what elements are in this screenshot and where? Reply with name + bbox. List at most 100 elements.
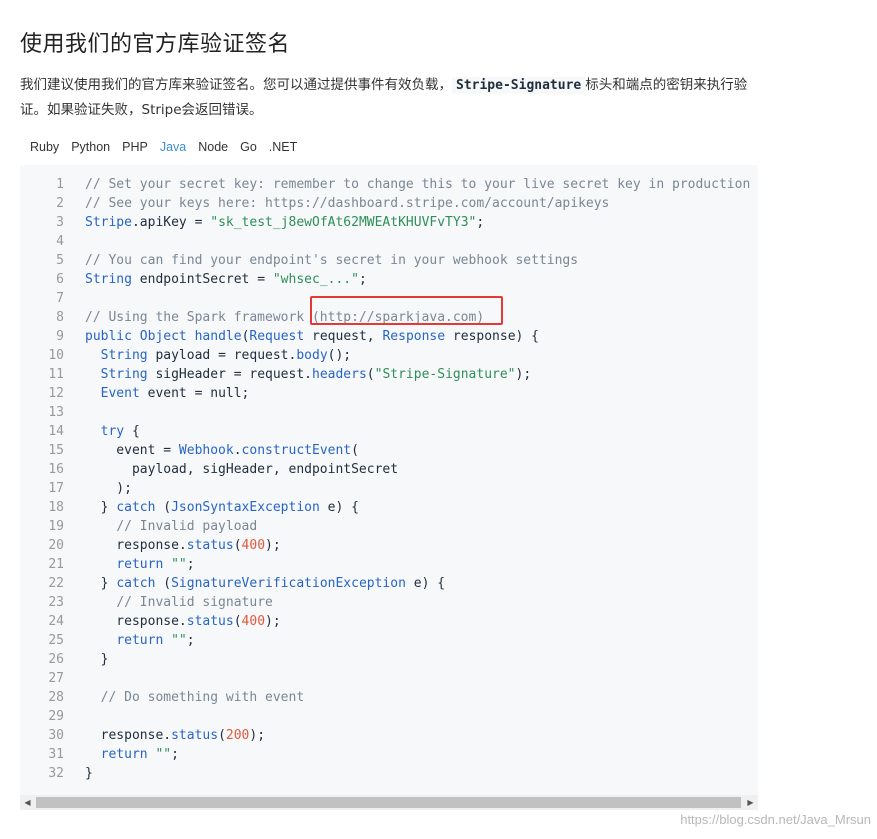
line-number: 9: [56, 329, 64, 344]
code-token: // Set your secret key: remember to chan…: [85, 177, 751, 192]
code-line: 26 }: [20, 650, 758, 669]
code-token: e) {: [405, 576, 446, 591]
code-token: String: [100, 348, 148, 363]
code-token: (: [233, 538, 242, 553]
code-token: catch: [116, 500, 156, 515]
line-number: 29: [48, 709, 64, 724]
code-token: handle: [194, 329, 242, 344]
scroll-left-icon[interactable]: ◀: [20, 795, 35, 810]
code-line: 11 String sigHeader = request.headers("S…: [20, 365, 758, 384]
tab-python[interactable]: Python: [71, 140, 110, 154]
code-token: // Invalid payload: [116, 519, 258, 534]
code-token: );: [85, 481, 132, 496]
code-line: 17 );: [20, 479, 758, 498]
tab-java[interactable]: Java: [160, 140, 186, 154]
code-token: (: [155, 500, 172, 515]
tab-node[interactable]: Node: [198, 140, 228, 154]
code-line: 27: [20, 669, 758, 688]
code-line: 16 payload, sigHeader, endpointSecret: [20, 460, 758, 479]
code-token: Object: [139, 329, 187, 344]
code-token: catch: [116, 576, 156, 591]
code-line: 6 String endpointSecret = "whsec_...";: [20, 270, 758, 289]
code-token: headers: [312, 367, 367, 382]
code-line: 15 event = Webhook.constructEvent(: [20, 441, 758, 460]
line-number: 10: [48, 348, 64, 363]
code-line: 23 // Invalid signature: [20, 593, 758, 612]
code-token: .: [233, 443, 242, 458]
code-line: 2 // See your keys here: https://dashboar…: [20, 194, 758, 213]
line-number: 8: [56, 310, 64, 325]
code-token: }: [85, 576, 117, 591]
line-number: 20: [48, 538, 64, 553]
tab-php[interactable]: PHP: [122, 140, 148, 154]
line-number: 6: [56, 272, 64, 287]
code-token: payload, sigHeader, endpointSecret: [85, 462, 399, 477]
code-token: Stripe: [85, 215, 132, 230]
code-token: ;: [476, 215, 485, 230]
code-token: response.: [85, 728, 172, 743]
code-token: Response: [382, 329, 446, 344]
code-token: response) {: [445, 329, 540, 344]
code-token: return: [116, 557, 164, 572]
scrollbar-thumb[interactable]: [36, 797, 741, 808]
code-token: String: [85, 272, 132, 287]
code-token: String: [100, 367, 148, 382]
code-token: "": [171, 557, 187, 572]
line-number: 26: [48, 652, 64, 667]
line-number: 5: [56, 253, 64, 268]
scroll-right-icon[interactable]: ▶: [743, 795, 758, 810]
code-token: ;: [186, 633, 195, 648]
code-token: return: [100, 747, 148, 762]
line-number: 28: [48, 690, 64, 705]
language-tabs: Ruby Python PHP Java Node Go .NET: [30, 140, 309, 154]
code-token: );: [515, 367, 532, 382]
code-line: 1 // Set your secret key: remember to cha…: [20, 175, 758, 194]
code-token: try: [100, 424, 125, 439]
code-line: 13: [20, 403, 758, 422]
line-number: 15: [48, 443, 64, 458]
tab-go[interactable]: Go: [240, 140, 257, 154]
horizontal-scrollbar[interactable]: ◀ ▶: [20, 795, 758, 810]
code-token: sigHeader = request.: [147, 367, 312, 382]
code-token: // Do something with event: [100, 690, 305, 705]
code-token: );: [265, 538, 281, 553]
line-number: 27: [48, 671, 64, 686]
code-line: 21 return "";: [20, 555, 758, 574]
code-line: 3 Stripe.apiKey = "sk_test_j8ewOfAt62MWEA…: [20, 213, 758, 232]
watermark: https://blog.csdn.net/Java_Mrsun: [680, 812, 871, 827]
line-number: 21: [48, 557, 64, 572]
code-line: 28 // Do something with event: [20, 688, 758, 707]
code-token: Event: [100, 386, 140, 401]
code-token: 400: [241, 614, 266, 629]
code-token: endpointSecret =: [131, 272, 273, 287]
code-token: "Stripe-Signature": [374, 367, 516, 382]
intro-paragraph: 我们建议使用我们的官方库来验证签名。您可以通过提供事件有效负载， Stripe-S…: [20, 73, 760, 123]
line-number: 4: [56, 234, 64, 249]
code-line: 5 // You can find your endpoint's secret …: [20, 251, 758, 270]
code-token: (: [218, 728, 226, 743]
code-token: // Invalid signature: [116, 595, 273, 610]
line-number: 1: [56, 177, 64, 192]
code-token: ;: [171, 747, 179, 762]
code-token: (: [233, 614, 242, 629]
code-line: 30 response.status(200);: [20, 726, 758, 745]
code-line: 14 try {: [20, 422, 758, 441]
code-token: // You can find your endpoint's secret i…: [85, 253, 579, 268]
line-number: 12: [48, 386, 64, 401]
line-number: 31: [48, 747, 64, 762]
tab-net[interactable]: .NET: [269, 140, 297, 154]
code-token: "": [171, 633, 187, 648]
code-token: status: [186, 538, 234, 553]
code-line: 25 return "";: [20, 631, 758, 650]
code-line: 29: [20, 707, 758, 726]
code-line: 9 public Object handle(Request request, R…: [20, 327, 758, 346]
tab-ruby[interactable]: Ruby: [30, 140, 59, 154]
code-token: "sk_test_j8ewOfAt62MWEAtKHUVFvTY3": [210, 215, 477, 230]
code-line: 32}: [20, 764, 758, 783]
code-token: ;: [358, 272, 367, 287]
